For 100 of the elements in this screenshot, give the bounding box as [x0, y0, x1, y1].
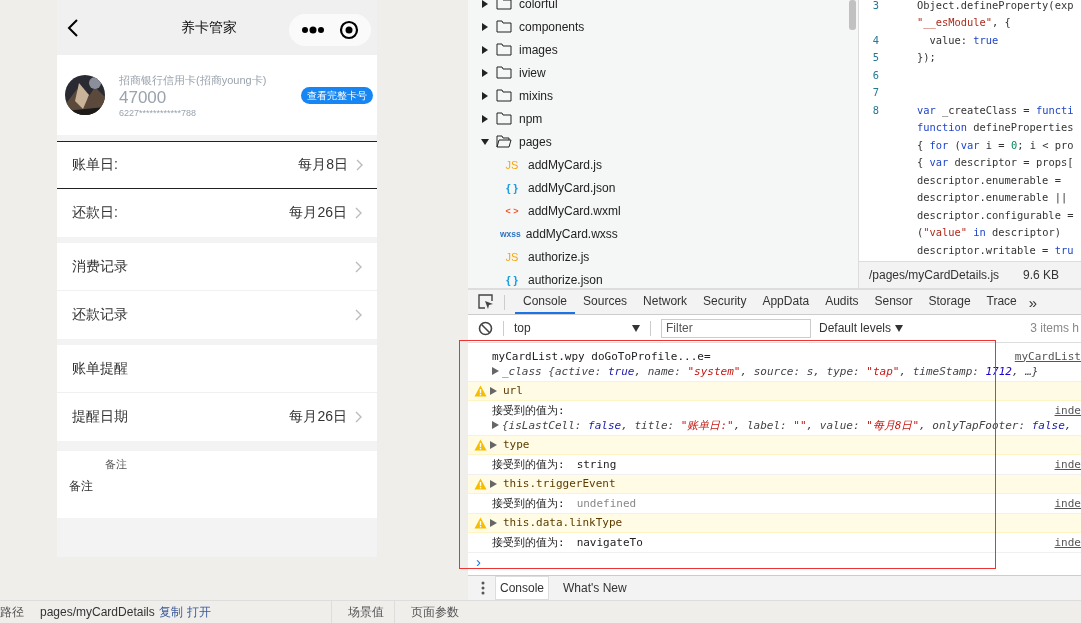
log-message: 接受到的值为:: [492, 456, 565, 472]
source-link[interactable]: inde: [1054, 496, 1081, 510]
devtools-tab[interactable]: Storage: [920, 290, 979, 315]
folder-icon: [496, 135, 512, 148]
log-message: 接受到的值为:: [492, 534, 565, 550]
credit-limit: 47000: [119, 87, 168, 108]
more-icon[interactable]: [301, 25, 325, 34]
line-number: 4: [871, 33, 881, 46]
file-type-icon: { }: [504, 273, 520, 286]
log-message: 接受到的值为:: [492, 402, 565, 418]
source-link[interactable]: myCardList: [1014, 349, 1081, 363]
folder-item[interactable]: components: [468, 15, 858, 38]
file-type-icon: { }: [504, 181, 520, 194]
file-item[interactable]: { } addMyCard.json: [468, 176, 858, 199]
file-item[interactable]: JS authorize.js: [468, 245, 858, 268]
row-value: 每月8日: [298, 155, 348, 174]
settings-row[interactable]: 账单日: 每月8日: [57, 141, 377, 189]
prompt-icon[interactable]: ›: [476, 552, 481, 570]
back-icon[interactable]: [67, 18, 79, 37]
context-select[interactable]: top: [514, 321, 640, 336]
devtools-tab[interactable]: Trace: [978, 290, 1025, 315]
folder-icon: [496, 43, 512, 56]
expand-icon[interactable]: [481, 45, 489, 54]
devtools-tab[interactable]: Network: [635, 290, 696, 315]
source-link[interactable]: inde: [1054, 457, 1081, 471]
params-button[interactable]: 页面参数: [393, 601, 469, 623]
devtools-tab[interactable]: Sources: [575, 290, 636, 315]
warning-icon: [474, 516, 487, 529]
folder-item[interactable]: images: [468, 38, 858, 61]
devtools-tab[interactable]: Security: [695, 290, 755, 315]
expand-icon[interactable]: [481, 0, 489, 8]
menu-icon[interactable]: [481, 580, 485, 595]
file-path: /pages/myCardDetails.js: [869, 268, 1000, 282]
devtools-tab[interactable]: Audits: [817, 290, 867, 315]
line-number: 6: [871, 68, 881, 81]
copy-link[interactable]: 复制: [158, 603, 183, 621]
page-path: pages/myCardDetails: [40, 605, 155, 619]
folder-item[interactable]: pages: [468, 130, 858, 153]
expand-icon[interactable]: [481, 22, 489, 31]
file-type-icon: < >: [504, 205, 520, 216]
code-line: value: true: [928, 33, 999, 46]
folder-icon: [496, 20, 512, 33]
scene-button[interactable]: 场景值: [330, 601, 394, 623]
log-value: undefined: [576, 496, 637, 510]
clear-icon[interactable]: [478, 320, 493, 336]
code-line: descriptor.enumerable =: [917, 173, 1061, 186]
hidden-count: 3 items h: [1030, 321, 1079, 336]
more-tabs-button[interactable]: »: [1024, 290, 1042, 315]
view-number-button[interactable]: 查看完整卡号: [301, 86, 373, 104]
filter-field[interactable]: Filter: [661, 318, 811, 338]
warning-icon: [474, 438, 487, 451]
devtools-tab[interactable]: Sensor: [866, 290, 921, 315]
line-number: 3: [871, 0, 881, 11]
code-line: descriptor.configurable =: [917, 208, 1074, 221]
source-link[interactable]: inde: [1054, 535, 1081, 549]
inspect-icon[interactable]: [478, 294, 494, 311]
devtools-tab[interactable]: Console: [515, 290, 576, 315]
line-number: 8: [871, 103, 881, 116]
file-type-icon: wxss: [500, 228, 521, 239]
levels-dropdown[interactable]: Default levels: [819, 321, 904, 336]
drawer-tab[interactable]: Console: [495, 575, 550, 600]
remark-field[interactable]: 备注: [69, 478, 365, 495]
devtools-tab[interactable]: AppData: [754, 290, 818, 315]
file-item[interactable]: wxss addMyCard.wxss: [468, 222, 858, 245]
page-title: 养卡管家: [180, 18, 238, 37]
log-value: string: [576, 457, 617, 471]
path-label: 路径: [0, 603, 24, 621]
code-line: { for (var i = 0; i < pro: [917, 138, 1074, 151]
card-name: 招商银行信用卡(招商young卡): [119, 72, 268, 88]
folder-item[interactable]: mixins: [468, 84, 858, 107]
file-type-icon: JS: [504, 250, 520, 263]
settings-row[interactable]: 还款日: 每月26日: [57, 189, 377, 237]
settings-row[interactable]: 提醒日期 每月26日: [57, 393, 377, 441]
expand-icon[interactable]: [481, 137, 489, 146]
folder-icon: [496, 0, 512, 10]
scrollbar[interactable]: [849, 0, 856, 30]
row-label: 消费记录: [72, 257, 129, 276]
file-item[interactable]: JS addMyCard.js: [468, 153, 858, 176]
remark-label: 备注: [105, 457, 128, 472]
line-number: 7: [871, 86, 881, 99]
settings-row[interactable]: 消费记录: [57, 243, 377, 291]
open-link[interactable]: 打开: [186, 603, 211, 621]
code-line: function defineProperties: [917, 121, 1074, 134]
settings-row[interactable]: 还款记录: [57, 291, 377, 339]
file-size: 9.6 KB: [1023, 268, 1060, 282]
file-item[interactable]: { } authorize.json: [468, 268, 858, 288]
folder-item[interactable]: npm: [468, 107, 858, 130]
expand-icon[interactable]: [481, 114, 489, 123]
file-item[interactable]: < > addMyCard.wxml: [468, 199, 858, 222]
close-icon[interactable]: [339, 19, 359, 40]
folder-item[interactable]: iview: [468, 61, 858, 84]
warning-message: this.data.linkType: [503, 516, 623, 529]
drawer-tab[interactable]: What's New: [559, 576, 631, 599]
expand-icon[interactable]: [481, 91, 489, 100]
settings-row[interactable]: 账单提醒: [57, 345, 377, 393]
expand-icon[interactable]: [481, 68, 489, 77]
code-line: });: [917, 51, 936, 64]
source-link[interactable]: inde: [1054, 403, 1081, 417]
folder-icon: [496, 66, 512, 79]
row-label: 还款日:: [72, 204, 119, 222]
